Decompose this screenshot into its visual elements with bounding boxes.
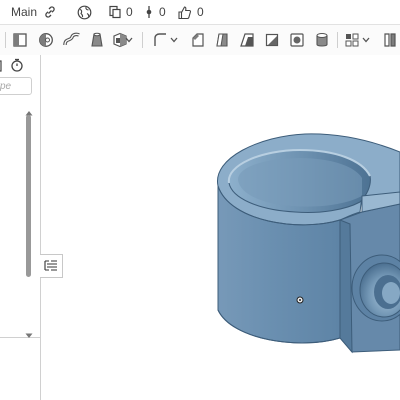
clamp-part-3d-model[interactable] — [0, 0, 400, 400]
origin-marker[interactable] — [296, 296, 304, 304]
